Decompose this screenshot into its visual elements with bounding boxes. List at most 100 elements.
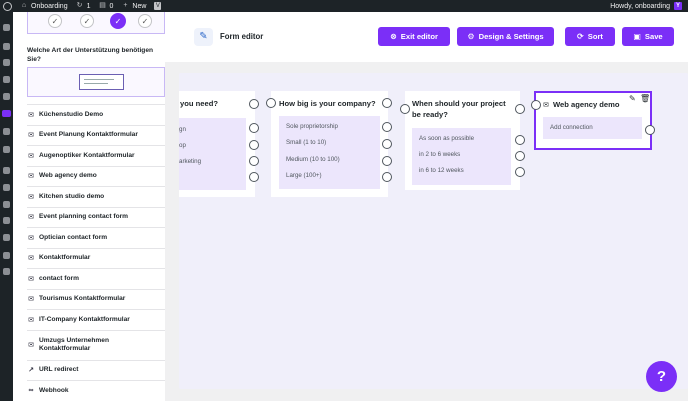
form-item-kuechenstudio-demo[interactable]: ✉ Küchenstudio Demo: [27, 104, 165, 125]
output-connector[interactable]: [249, 140, 259, 150]
comment-icon: ▤: [99, 2, 106, 9]
textarea-preview-icon: [79, 74, 124, 90]
collapse-menu-icon[interactable]: [3, 268, 10, 275]
form-item-event-planung[interactable]: ✉ Event Planung Kontaktformular: [27, 124, 165, 146]
users-icon[interactable]: [3, 167, 10, 174]
output-connector[interactable]: [645, 125, 655, 135]
form-item-optician[interactable]: ✉ Optician contact form: [27, 227, 165, 248]
form-item-kitchen-studio-demo[interactable]: ✉ Kitchen studio demo: [27, 186, 165, 207]
output-connector[interactable]: [249, 172, 259, 182]
output-connector[interactable]: [382, 98, 392, 108]
page-title: Form editor: [220, 32, 264, 41]
save-button[interactable]: ▣ Save: [622, 27, 674, 46]
question-card-company-size[interactable]: How big is your company? Sole proprietor…: [271, 91, 388, 197]
form-item-kontaktformular[interactable]: ✉ Kontaktformular: [27, 247, 165, 269]
settings-icon[interactable]: [3, 201, 10, 208]
comments-link[interactable]: ▤ 0: [99, 0, 113, 12]
textarea-element-preview[interactable]: [27, 67, 165, 97]
input-connector[interactable]: [249, 99, 259, 109]
card-options: Sole proprietorship Small (1 to 10) Medi…: [279, 116, 380, 189]
option-label: gn: [179, 126, 186, 133]
check-icon: ✓: [80, 14, 94, 28]
output-connector[interactable]: [249, 156, 259, 166]
plugin-link[interactable]: V: [154, 0, 162, 12]
output-connector[interactable]: [382, 156, 392, 166]
output-connector[interactable]: [515, 151, 525, 161]
input-connector[interactable]: [266, 98, 276, 108]
exit-editor-button[interactable]: ⊗ Exit editor: [378, 27, 450, 46]
card-title: Web agency demo: [553, 100, 620, 109]
form-item-tourismus[interactable]: ✉ Tourismus Kontaktformular: [27, 288, 165, 310]
sort-button[interactable]: ⟳ Sort: [565, 27, 615, 46]
envelope-icon: ✉: [28, 152, 34, 160]
form-item-url-redirect[interactable]: ↗ URL redirect: [27, 359, 165, 381]
flow-canvas[interactable]: you need? gn op arketing How big is your…: [179, 73, 688, 389]
admin-menu: [0, 12, 13, 401]
card-question: How big is your company?: [279, 99, 376, 108]
option-label: Small (1 to 10): [286, 139, 327, 146]
trash-icon[interactable]: 🗑: [640, 94, 650, 103]
output-connector[interactable]: [382, 122, 392, 132]
appearance-icon[interactable]: [3, 128, 10, 135]
posts-icon[interactable]: [3, 43, 10, 50]
form-item-web-agency-demo[interactable]: ✉ Web agency demo: [27, 165, 165, 187]
security-icon[interactable]: [3, 252, 10, 259]
card-question: When should your project be ready?: [412, 99, 506, 119]
form-item-contact-form[interactable]: ✉ contact form: [27, 268, 165, 289]
refresh-icon: ↻: [76, 2, 83, 9]
plugins-icon[interactable]: [3, 146, 10, 153]
extra-plugin-icon[interactable]: [3, 217, 10, 224]
media-icon[interactable]: [3, 59, 10, 66]
form-elements-panel: ✓ ✓ ✓ ✓ Welche Art der Unterstützung ben…: [13, 12, 165, 401]
envelope-icon: ✉: [28, 255, 34, 263]
option-label: in 2 to 6 weeks: [419, 151, 461, 158]
site-name-link[interactable]: ⌂ Onboarding: [20, 0, 68, 12]
form-item-label: URL redirect: [39, 366, 79, 373]
form-item-label: Webhook: [39, 386, 69, 394]
form-item-event-planning[interactable]: ✉ Event planning contact form: [27, 206, 165, 228]
input-connector[interactable]: [400, 104, 410, 114]
question-card-needs[interactable]: you need? gn op arketing: [179, 91, 255, 197]
output-connector[interactable]: [382, 172, 392, 182]
help-button[interactable]: ?: [646, 361, 677, 392]
new-content-link[interactable]: + New: [121, 0, 146, 12]
forms-plugin-icon[interactable]: [2, 110, 11, 117]
add-connection-field[interactable]: Add connection: [543, 117, 642, 139]
tools-icon[interactable]: [3, 184, 10, 191]
avatar: Y: [674, 2, 682, 10]
save-label: Save: [644, 32, 663, 41]
updates-count: 1: [86, 2, 91, 10]
check-icon: ✓: [48, 14, 62, 28]
output-connector[interactable]: [515, 167, 525, 177]
envelope-icon: ✉: [28, 132, 34, 140]
comments-icon[interactable]: [3, 93, 10, 100]
plus-icon: +: [123, 2, 128, 9]
new-label: New: [132, 2, 147, 10]
input-connector[interactable]: [531, 100, 541, 110]
form-item-augenoptiker[interactable]: ✉ Augenoptiker Kontaktformular: [27, 145, 165, 166]
option-label: in 6 to 12 weeks: [419, 167, 464, 174]
checkbox-element-preview[interactable]: ✓ ✓ ✓ ✓: [27, 12, 165, 34]
question-card-project-timeline[interactable]: When should your project be ready? As so…: [405, 91, 520, 190]
account-menu[interactable]: Howdy, onboarding Y: [610, 2, 682, 10]
pages-icon[interactable]: [3, 76, 10, 83]
endpoint-card-web-agency-demo[interactable]: ✉ Web agency demo ✎ 🗑 Add connection: [534, 91, 652, 150]
form-item-umzugs[interactable]: ✉ Umzugs Unternehmen Kontaktformular: [27, 329, 165, 360]
output-connector[interactable]: [515, 104, 525, 114]
wordpress-logo-icon[interactable]: [3, 1, 12, 11]
dashboard-icon[interactable]: [3, 24, 10, 31]
output-connector[interactable]: [515, 135, 525, 145]
edit-icon[interactable]: ✎: [629, 94, 636, 103]
output-connector[interactable]: [249, 123, 259, 133]
updates-link[interactable]: ↻ 1: [76, 0, 91, 12]
form-item-it-company[interactable]: ✉ IT-Company Kontaktformular: [27, 309, 165, 330]
form-item-webhook[interactable]: ∞ Webhook: [27, 380, 165, 401]
seo-icon[interactable]: [3, 234, 10, 241]
output-connector[interactable]: [382, 139, 392, 149]
design-settings-button[interactable]: ⚙ Design & Settings: [457, 27, 554, 46]
form-item-label: Optician contact form: [39, 233, 108, 241]
card-options: gn op arketing: [179, 118, 246, 190]
envelope-icon: ✉: [28, 193, 34, 201]
editor-header: ✎ Form editor ⊗ Exit editor ⚙ Design & S…: [165, 12, 688, 62]
gear-icon: ⚙: [467, 32, 475, 41]
